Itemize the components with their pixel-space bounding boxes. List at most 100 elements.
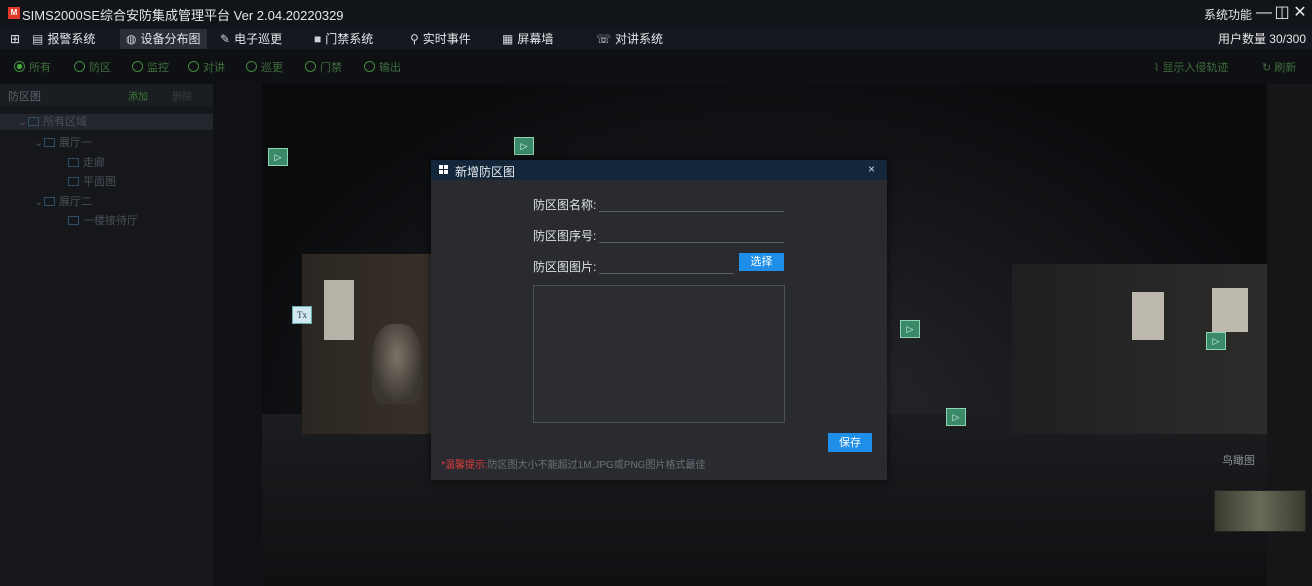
filter-label: 门禁 (320, 62, 342, 74)
scene-exhibit-panel (324, 280, 354, 340)
menu-patrol[interactable]: ✎ 电子巡更 (214, 29, 288, 49)
menu-intercom[interactable]: ☏ 对讲系统 (590, 29, 669, 49)
tree-node-hall-2[interactable]: ⌄ 展厅二 (34, 193, 92, 209)
restore-icon[interactable]: ◫ (1274, 3, 1290, 23)
filter-label: 对讲 (203, 62, 225, 74)
device-map-icon: ◍ (126, 32, 137, 46)
grid-icon (439, 165, 449, 175)
minimap[interactable] (1214, 490, 1306, 532)
zone-map-image-label: 防区图图片: (533, 260, 597, 274)
filter-label: 监控 (147, 62, 169, 74)
user-count: 用户数量 30/300 (1217, 32, 1306, 46)
radio-dot (246, 61, 257, 72)
show-intrusion-track[interactable]: ⌇ 显示入侵轨迹 (1154, 59, 1228, 75)
tree-node-label: 一楼接待厅 (83, 215, 138, 227)
menu-label: 报警系统 (47, 32, 96, 46)
hint-message: 防区图大小不能超过1M,JPG或PNG图片格式最佳 (487, 460, 706, 471)
left-panel: 防区图 添加 删除 ⌄ 所有区域 ⌄ 展厅一 走廊 平面图 ⌄ 展厅二 一楼接待厅 (0, 84, 262, 586)
tree-node-label: 展厅二 (59, 196, 92, 208)
hint-text: *温馨提示:防区图大小不能超过1M,JPG或PNG图片格式最佳 (441, 456, 705, 471)
tree-delete-button[interactable]: 删除 (172, 88, 192, 103)
save-button[interactable]: 保存 (828, 433, 872, 452)
filter-label: 所有 (29, 62, 51, 74)
camera-marker-icon[interactable]: ▷ (268, 148, 288, 166)
menu-label: 电子巡更 (234, 32, 283, 46)
menu-label: 门禁系统 (325, 32, 374, 46)
chevron-down-icon[interactable]: ⌄ (34, 195, 44, 208)
menu-bar: ⊞ ▤ 报警系统 ◍ 设备分布图 ✎ 电子巡更 ■ 门禁系统 ⚲ 实时事件 ▦ 屏幕墙 ☏ 对… (0, 29, 1312, 49)
minimize-icon[interactable]: — (1256, 3, 1272, 23)
filter-radio-output[interactable]: 输出 (364, 59, 401, 75)
radio-dot (74, 61, 85, 72)
chevron-down-icon[interactable]: ⌄ (34, 136, 44, 149)
camera-marker-icon[interactable]: ▷ (946, 408, 966, 426)
patrol-icon: ✎ (220, 32, 231, 46)
dialog-title: 新增防区图 (455, 165, 516, 179)
folder-icon (28, 117, 39, 126)
hint-prefix: *温馨提示: (441, 460, 488, 471)
choose-image-button[interactable]: 选择 (739, 253, 784, 271)
radio-dot (188, 61, 199, 72)
dialog-header: 新增防区图 × (431, 160, 887, 180)
tree-node-hall-1[interactable]: ⌄ 展厅一 (34, 134, 92, 150)
filter-radio-zone[interactable]: 防区 (74, 59, 111, 75)
system-function-menu[interactable]: 系统功能 (1204, 6, 1252, 23)
menu-label: 对讲系统 (615, 32, 664, 46)
radio-dot (14, 61, 25, 72)
tree-add-button[interactable]: 添加 (128, 88, 148, 103)
zone-map-order-input[interactable] (599, 226, 784, 243)
minimap-label: 鸟瞰图 (1222, 455, 1255, 467)
title-bar: M SIMS2000SE综合安防集成管理平台 Ver 2.04.20220329… (0, 0, 1312, 29)
refresh-button[interactable]: ↻ 刷新 (1262, 59, 1296, 75)
tree-node-reception[interactable]: 一楼接待厅 (68, 212, 138, 228)
menu-access-control[interactable]: ■ 门禁系统 (308, 29, 379, 49)
refresh-icon: ↻ (1262, 62, 1275, 74)
alarm-list-icon: ▤ (32, 32, 44, 46)
menu-screen-wall[interactable]: ▦ 屏幕墙 (496, 29, 559, 49)
menu-label: 实时事件 (422, 32, 471, 46)
door-icon: ■ (314, 32, 322, 46)
close-icon[interactable]: ✕ (1292, 3, 1308, 23)
filter-radio-all[interactable]: 所有 (14, 59, 51, 75)
location-pin-icon: ⚲ (410, 32, 419, 46)
filter-radio-door[interactable]: 门禁 (305, 59, 342, 75)
scene-exhibit-panel (1132, 292, 1164, 340)
tree-node-label: 展厅一 (59, 137, 92, 149)
filter-bar: 所有 防区 监控 对讲 巡更 门禁 输出 ⌇ 显示入侵轨迹 ↻ 刷新 (0, 49, 1312, 84)
scene-exhibit-panel (1212, 288, 1248, 332)
tree-node-all-areas[interactable]: ⌄ 所有区域 (0, 114, 213, 130)
radio-dot (364, 61, 375, 72)
radio-dot (132, 61, 143, 72)
zone-map-name-label: 防区图名称: (533, 198, 597, 212)
filter-label: 输出 (379, 62, 401, 74)
map-icon (68, 158, 79, 167)
tree-node-floorplan[interactable]: 平面图 (68, 173, 116, 189)
refresh-label: 刷新 (1274, 62, 1297, 74)
tree-node-corridor[interactable]: 走廊 (68, 154, 105, 170)
app-title: SIMS2000SE综合安防集成管理平台 Ver 2.04.20220329 (22, 8, 344, 23)
add-zone-map-dialog: 新增防区图 × 防区图名称: 防区图序号: 防区图图片: 选择 保存 *温馨提示… (431, 160, 887, 480)
tree-node-label: 平面图 (83, 176, 116, 188)
tree-header: 防区图 添加 删除 (0, 84, 213, 106)
menu-realtime-events[interactable]: ⚲ 实时事件 (404, 29, 477, 49)
filter-radio-monitor[interactable]: 监控 (132, 59, 169, 75)
map-icon (68, 216, 79, 225)
menu-alarm-system[interactable]: ▤ 报警系统 (26, 29, 101, 49)
filter-radio-intercom[interactable]: 对讲 (188, 59, 225, 75)
camera-marker-icon[interactable]: ▷ (900, 320, 920, 338)
menu-device-map[interactable]: ◍ 设备分布图 (120, 29, 207, 49)
folder-icon (44, 138, 55, 147)
camera-marker-icon[interactable]: ▷ (514, 137, 534, 155)
zone-map-name-input[interactable] (599, 195, 784, 212)
intercom-marker-icon[interactable]: Tx (292, 306, 312, 324)
chevron-down-icon[interactable]: ⌄ (18, 114, 28, 130)
camera-marker-icon[interactable]: ▷ (1206, 332, 1226, 350)
grid-icon[interactable]: ⊞ (4, 29, 26, 49)
tree-title: 防区图 (8, 91, 41, 103)
radio-dot (305, 61, 316, 72)
dialog-close-icon[interactable]: × (868, 162, 875, 176)
image-preview-area (533, 285, 785, 423)
scene-statue (372, 324, 422, 404)
filter-radio-patrol[interactable]: 巡更 (246, 59, 283, 75)
zone-map-image-input[interactable] (599, 257, 734, 274)
